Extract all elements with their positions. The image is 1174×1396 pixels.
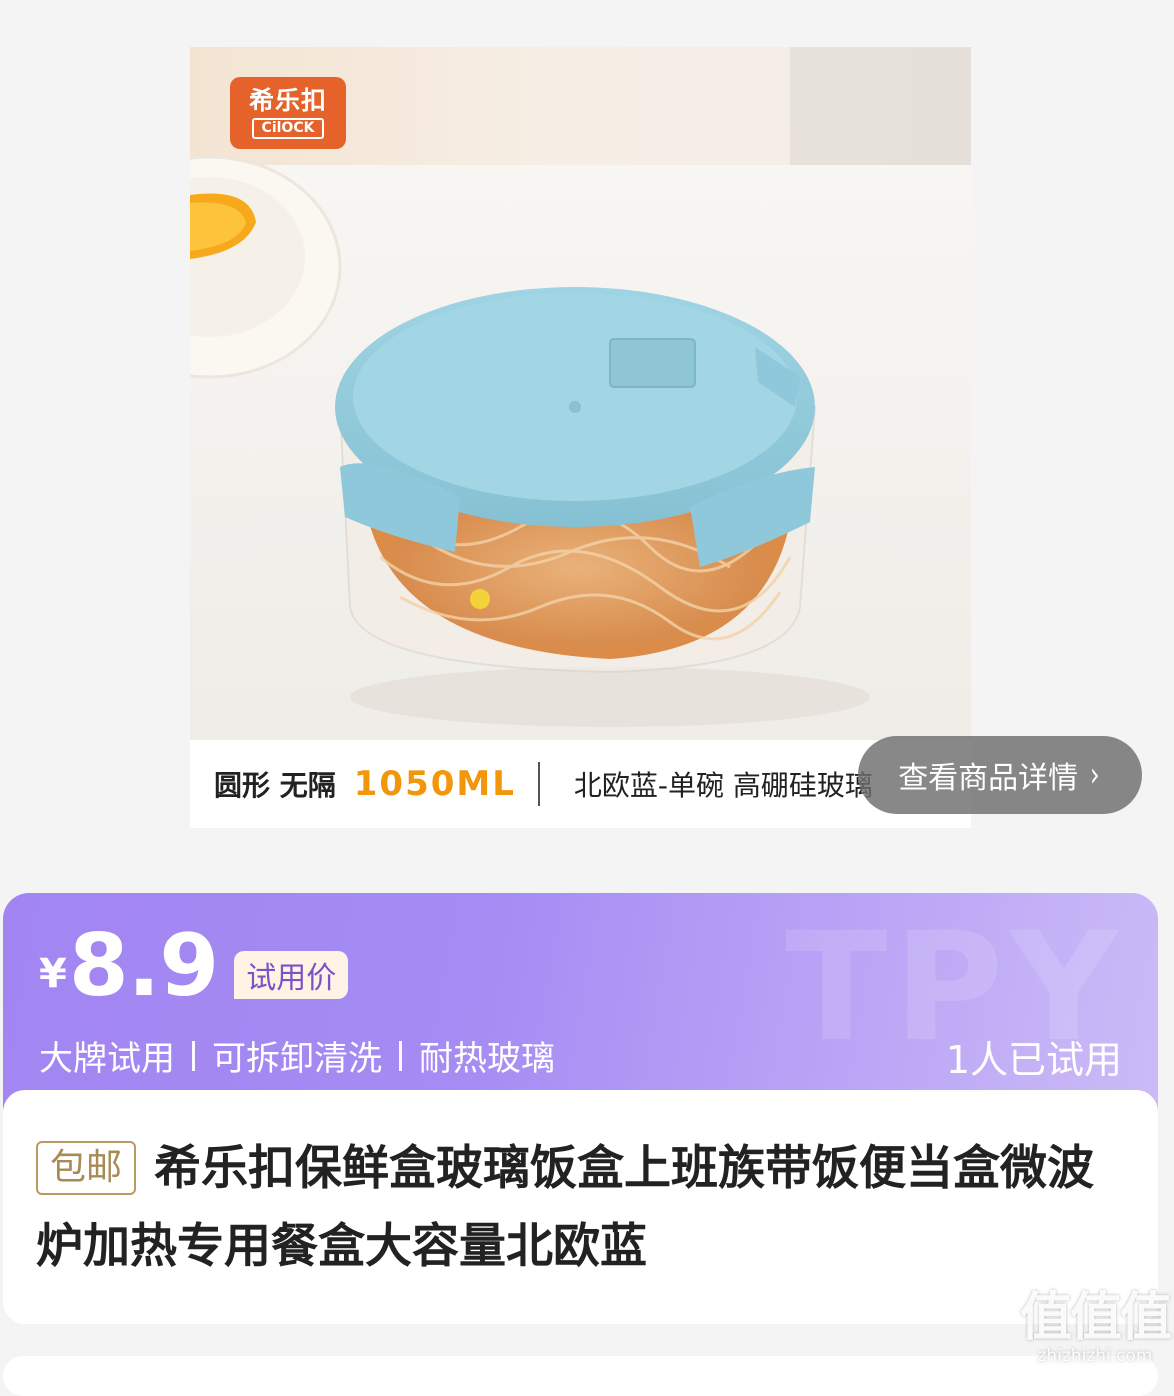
product-image[interactable]: 希乐扣 CilOCK 圆形 无隔 1050ML 北欧蓝-单碗 高硼硅玻璃 bbox=[190, 47, 971, 828]
brand-logo-cn: 希乐扣 bbox=[248, 86, 327, 115]
next-card bbox=[3, 1356, 1158, 1396]
feature-item: 大牌试用 bbox=[39, 1039, 175, 1079]
product-title: 包邮 希乐扣保鲜盒玻璃饭盒上班族带饭便当盒微波炉加热专用餐盒大容量北欧蓝 bbox=[36, 1130, 1126, 1286]
currency-symbol: ¥ bbox=[39, 951, 67, 997]
spec-shape: 圆形 无隔 bbox=[214, 769, 336, 802]
spec-variant: 北欧蓝-单碗 高硼硅玻璃 bbox=[573, 769, 873, 802]
feature-item: 可拆卸清洗 bbox=[212, 1039, 382, 1079]
product-title-text: 希乐扣保鲜盒玻璃饭盒上班族带饭便当盒微波炉加热专用餐盒大容量北欧蓝 bbox=[36, 1141, 1095, 1274]
feature-item: 耐热玻璃 bbox=[419, 1039, 555, 1079]
trial-count: 1人已试用 bbox=[945, 1038, 1122, 1082]
brand-logo: 希乐扣 CilOCK bbox=[230, 77, 346, 149]
chevron-right-icon: › bbox=[1090, 755, 1100, 795]
price-row: ¥ 8.9 试用价 bbox=[39, 916, 349, 1016]
feature-separator bbox=[192, 1040, 195, 1071]
feature-separator bbox=[399, 1040, 402, 1071]
site-watermark-logo: 值值值 bbox=[1020, 1288, 1172, 1348]
feature-list: 大牌试用 可拆卸清洗 耐热玻璃 bbox=[39, 1031, 555, 1080]
site-watermark-url: zhizhizhi.com bbox=[1037, 1346, 1153, 1366]
spec-divider bbox=[537, 762, 540, 806]
spec-banner: 圆形 无隔 1050ML 北欧蓝-单碗 高硼硅玻璃 bbox=[190, 740, 971, 828]
price-card: TPY ¥ 8.9 试用价 大牌试用 可拆卸清洗 耐热玻璃 1人已试用 bbox=[3, 893, 1158, 1113]
trial-price: 8.9 bbox=[68, 916, 219, 1016]
view-detail-label: 查看商品详情 bbox=[898, 761, 1079, 796]
spec-volume: 1050ML bbox=[353, 764, 516, 804]
brand-logo-en: CilOCK bbox=[251, 118, 325, 139]
title-card: 包邮 希乐扣保鲜盒玻璃饭盒上班族带饭便当盒微波炉加热专用餐盒大容量北欧蓝 bbox=[3, 1090, 1158, 1324]
free-shipping-badge: 包邮 bbox=[36, 1141, 137, 1195]
view-detail-button[interactable]: 查看商品详情 › bbox=[858, 736, 1142, 814]
product-photo bbox=[190, 47, 971, 828]
site-watermark: 值值值 zhizhizhi.com bbox=[1020, 1288, 1172, 1366]
trial-price-tag: 试用价 bbox=[234, 951, 349, 999]
